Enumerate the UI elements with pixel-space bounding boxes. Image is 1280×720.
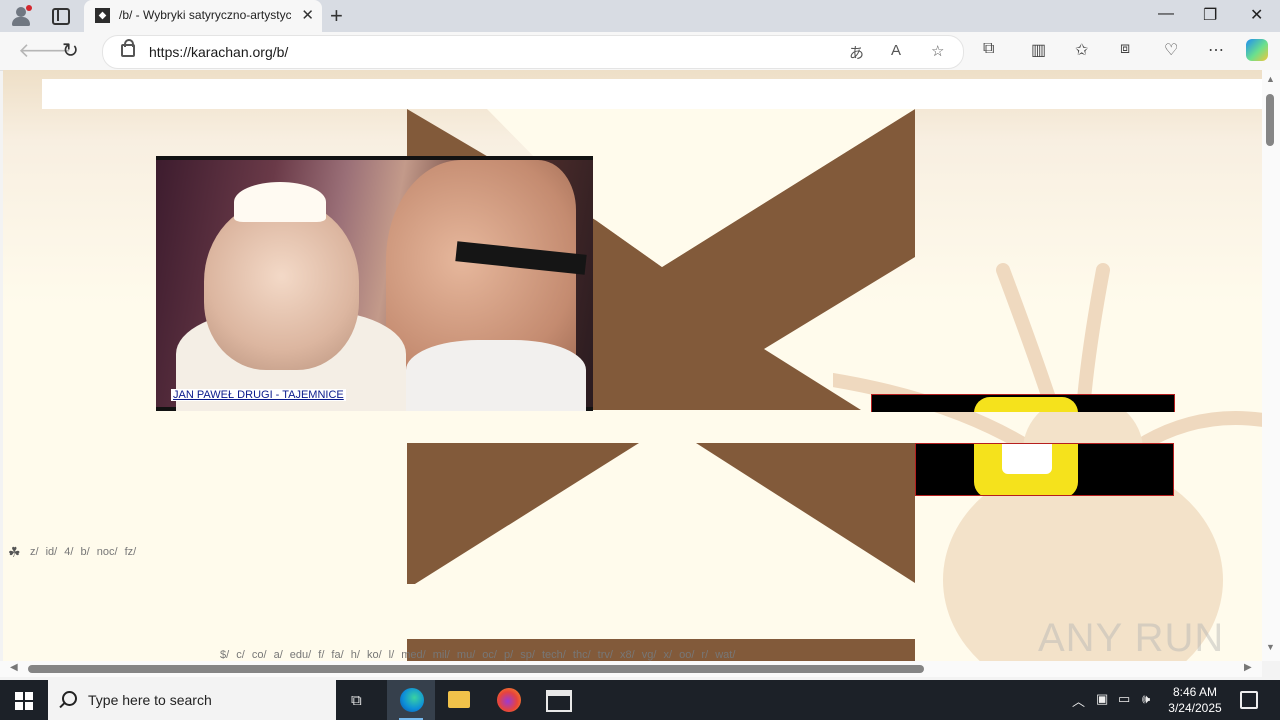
- close-window-button[interactable]: ✕: [1250, 5, 1263, 25]
- taskbar-edge[interactable]: [387, 680, 435, 720]
- window-icon: [546, 690, 572, 712]
- restore-button[interactable]: ❐: [1203, 5, 1217, 25]
- tab-actions-icon[interactable]: [52, 8, 70, 25]
- clock-date: 3/24/2025: [1168, 701, 1222, 715]
- snap-qr-icon-2: [974, 444, 1078, 495]
- taskbar-file-explorer[interactable]: [435, 680, 483, 720]
- firefox-icon: [497, 688, 521, 712]
- ad-caption-link[interactable]: JAN PAWEŁ DRUGI - TAJEMNICE: [171, 389, 346, 401]
- page-viewport: JAN PAWEŁ DRUGI - TAJEMNICE ☘ z/ id/ 4/ …: [3, 70, 1262, 661]
- horizontal-scrollbar[interactable]: ◀ ▶: [0, 661, 1262, 677]
- split-screen-icon[interactable]: ▥: [1031, 40, 1046, 60]
- favorite-star-icon[interactable]: ☆: [931, 42, 944, 60]
- taskbar-window-app[interactable]: [533, 680, 581, 720]
- scroll-right-icon[interactable]: ▶: [1244, 662, 1252, 673]
- search-icon: [62, 691, 77, 706]
- volume-icon[interactable]: 🕪: [1142, 691, 1150, 707]
- site-logo-banner-bottom: [407, 443, 915, 584]
- clock-time: 8:46 AM: [1172, 685, 1218, 699]
- copilot-icon[interactable]: [1246, 39, 1268, 61]
- reload-icon[interactable]: ↻: [62, 38, 79, 63]
- read-aloud-icon[interactable]: A: [891, 42, 901, 59]
- lock-icon[interactable]: [121, 39, 135, 57]
- minimize-button[interactable]: —: [1158, 5, 1174, 23]
- new-tab-button[interactable]: +: [330, 3, 343, 29]
- collections-icon[interactable]: ⧈: [1120, 40, 1130, 58]
- video-advertisement[interactable]: JAN PAWEŁ DRUGI - TAJEMNICE: [156, 156, 593, 411]
- address-bar[interactable]: https://karachan.org/b/ あ A ☆: [102, 35, 964, 69]
- edge-icon: [400, 688, 424, 712]
- notification-icon[interactable]: [1240, 691, 1258, 709]
- snap-advertisement-top[interactable]: [871, 394, 1175, 412]
- task-view-icon[interactable]: ⧉: [351, 692, 362, 709]
- search-placeholder: Type here to search: [88, 692, 212, 708]
- snap-advertisement-bottom[interactable]: [915, 443, 1174, 496]
- scroll-left-icon[interactable]: ◀: [10, 662, 18, 673]
- taskbar-clock[interactable]: 8:46 AM 3/24/2025: [1166, 684, 1224, 716]
- browser-toolbar: 🡐 ↻ https://karachan.org/b/ あ A ☆ ⧉ ▥ ✩ …: [0, 32, 1280, 71]
- bug-mini-icon[interactable]: ☘: [8, 544, 21, 561]
- profile-icon[interactable]: [10, 5, 32, 27]
- windows-start-icon[interactable]: [15, 692, 33, 710]
- horizontal-scroll-thumb[interactable]: [28, 665, 924, 673]
- network-icon[interactable]: ▭: [1118, 691, 1130, 707]
- tray-device-icon[interactable]: ▣: [1096, 691, 1108, 707]
- url-text[interactable]: https://karachan.org/b/: [149, 44, 288, 60]
- extensions-icon[interactable]: ⧉: [983, 40, 994, 58]
- scroll-up-icon[interactable]: ▲: [1266, 74, 1275, 84]
- browser-essentials-icon[interactable]: ♡: [1164, 40, 1178, 60]
- vertical-scrollbar[interactable]: ▲ ▼: [1262, 70, 1280, 661]
- anyrun-watermark: ANY RUN: [1038, 616, 1225, 660]
- taskbar-firefox[interactable]: [484, 680, 532, 720]
- tab-close-icon[interactable]: ✕: [301, 6, 314, 24]
- vertical-scroll-thumb[interactable]: [1266, 94, 1274, 146]
- settings-more-icon[interactable]: ⋯: [1208, 40, 1224, 60]
- tray-chevron-icon[interactable]: ︿: [1072, 691, 1085, 710]
- board-links-bottom[interactable]: $/ c/ co/ a/ edu/ f/ fa/ h/ ko/ l/ med/ …: [220, 649, 735, 661]
- ad-photo-face: [204, 200, 359, 370]
- tab-title: /b/ - Wybryki satyryczno-artystyczne: [119, 8, 291, 22]
- windows-taskbar: Type here to search ⧉ ︿ ▣ ▭ 🕪 8:46 AM 3/…: [0, 680, 1280, 720]
- title-bar: /b/ - Wybryki satyryczno-artystyczne ✕ +…: [0, 0, 1280, 32]
- translate-icon[interactable]: あ: [849, 42, 864, 63]
- top-white-bar: [42, 79, 1262, 109]
- taskbar-search-box[interactable]: Type here to search: [48, 680, 336, 720]
- folder-icon: [448, 691, 470, 708]
- board-links-top[interactable]: z/ id/ 4/ b/ noc/ fz/: [30, 546, 136, 558]
- favorites-icon[interactable]: ✩: [1075, 40, 1088, 60]
- karachan-favicon-icon: [95, 8, 110, 23]
- tab-karachan-b[interactable]: /b/ - Wybryki satyryczno-artystyczne ✕: [84, 0, 322, 32]
- scroll-down-icon[interactable]: ▼: [1266, 642, 1275, 652]
- snap-qr-icon: [974, 397, 1078, 412]
